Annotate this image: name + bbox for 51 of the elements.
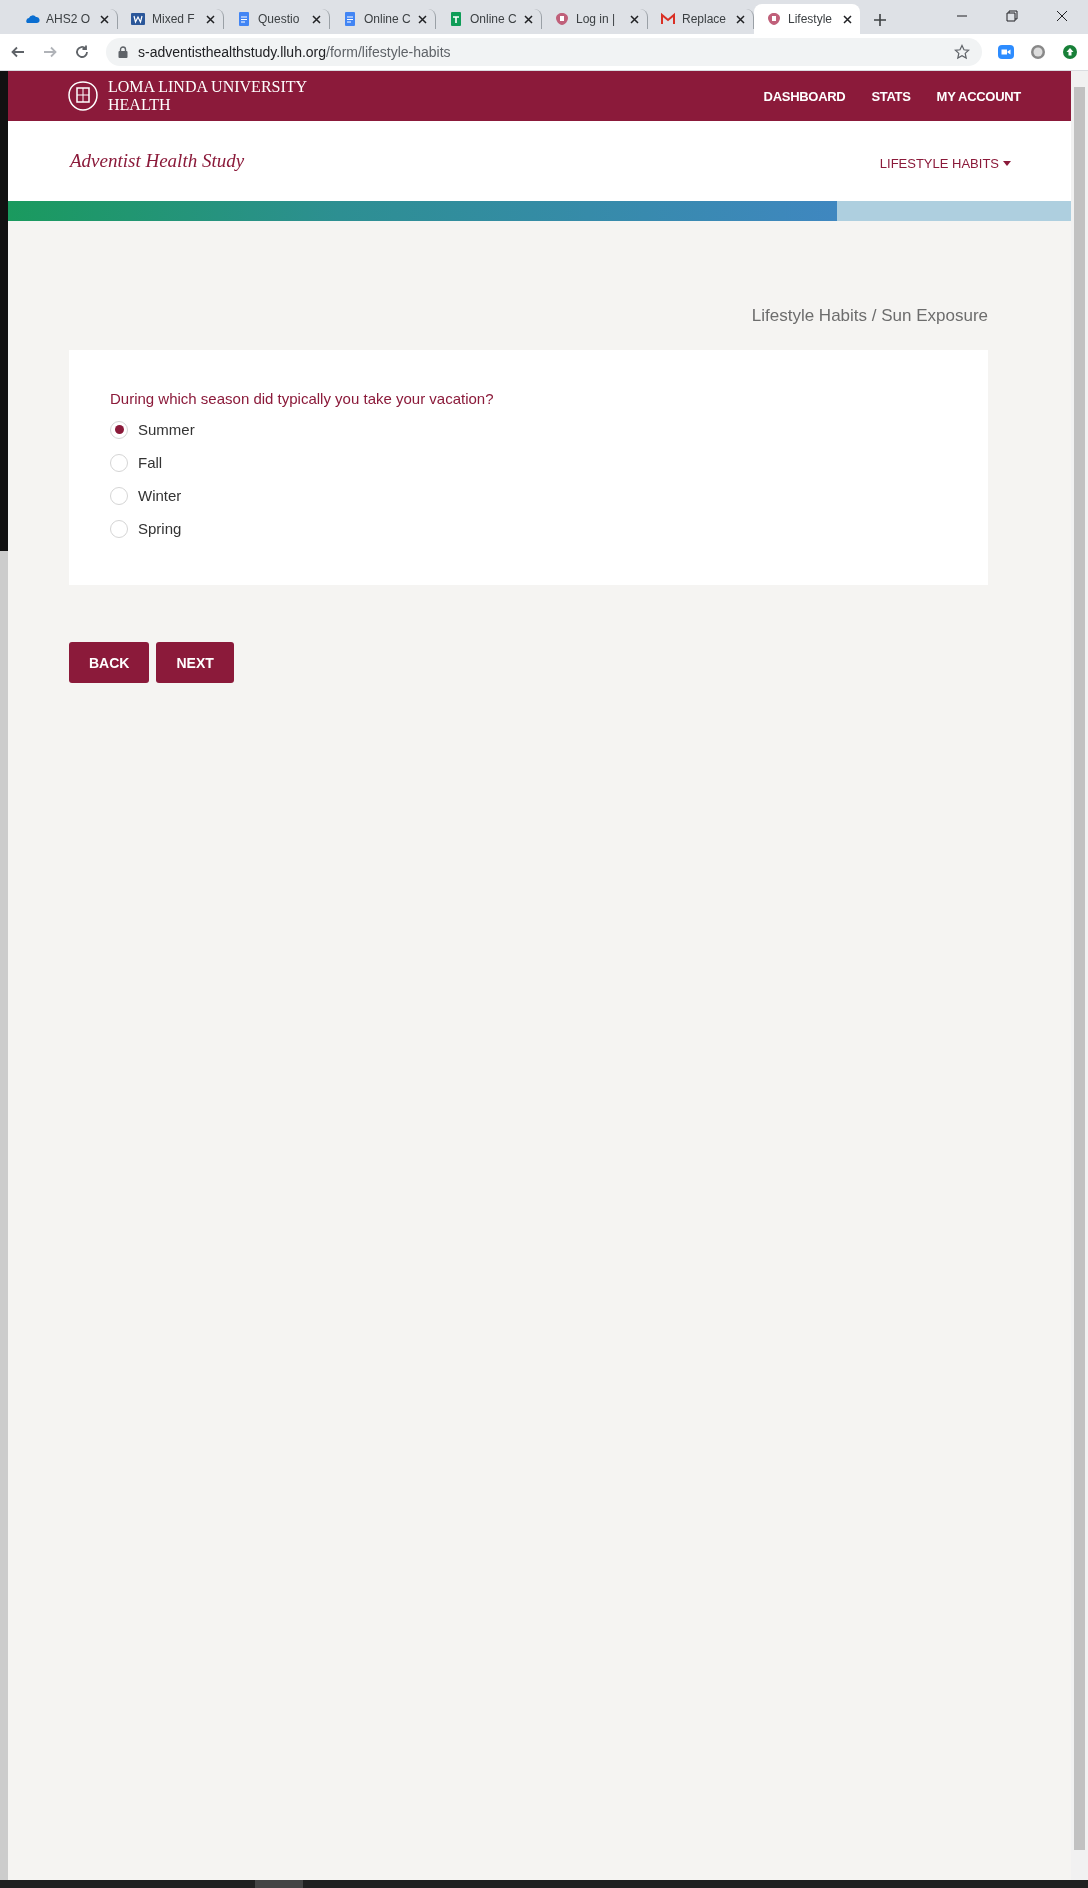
browser-tab[interactable]: AHS2 O bbox=[12, 9, 118, 29]
spreadsheet-icon bbox=[448, 11, 464, 27]
document-icon bbox=[130, 11, 146, 27]
logo-text: LOMA LINDA UNIVERSITY HEALTH bbox=[108, 78, 308, 113]
study-title: Adventist Health Study bbox=[70, 150, 245, 172]
radio-button[interactable] bbox=[110, 453, 128, 472]
nav-link[interactable]: STATS bbox=[871, 88, 911, 104]
close-icon[interactable] bbox=[312, 14, 321, 24]
back-arrow-icon[interactable] bbox=[10, 44, 26, 60]
browser-tab[interactable]: Lifestyle bbox=[754, 4, 860, 34]
video-camera-icon[interactable] bbox=[998, 44, 1014, 60]
close-icon[interactable] bbox=[418, 14, 427, 24]
browser-tab[interactable]: Log in | bbox=[542, 9, 648, 29]
option-label[interactable]: Fall bbox=[138, 454, 163, 471]
star-icon[interactable] bbox=[954, 44, 970, 60]
caret-icon bbox=[1003, 160, 1011, 166]
option-label[interactable]: Spring bbox=[138, 520, 182, 537]
nav-link[interactable]: DASHBOARD bbox=[763, 88, 846, 104]
reload-icon[interactable] bbox=[74, 44, 90, 60]
close-icon[interactable] bbox=[1054, 8, 1070, 24]
url-text: s-adventisthealthstudy.lluh.org/form/lifestyle-habits bbox=[138, 44, 451, 60]
option-label[interactable]: Summer bbox=[138, 421, 195, 438]
browser-tab[interactable]: Mixed F bbox=[118, 9, 224, 29]
scrollbar[interactable] bbox=[1071, 71, 1088, 1880]
close-icon[interactable] bbox=[736, 14, 745, 24]
nav-link[interactable]: MY ACCOUNT bbox=[936, 88, 1021, 104]
close-icon[interactable] bbox=[524, 14, 533, 24]
question-text: During which season did typically you take your vacation? bbox=[110, 390, 495, 407]
upload-icon[interactable] bbox=[1062, 44, 1078, 60]
document-icon bbox=[342, 11, 358, 27]
browser-tab[interactable]: Online C bbox=[330, 9, 436, 29]
section-menu[interactable]: LIFESTYLE HABITS bbox=[879, 155, 1011, 171]
close-icon[interactable] bbox=[843, 14, 852, 24]
close-icon[interactable] bbox=[100, 14, 109, 24]
browser-tab[interactable]: Online C bbox=[436, 9, 542, 29]
radio-button[interactable] bbox=[110, 420, 128, 439]
close-icon[interactable] bbox=[630, 14, 639, 24]
lock-icon bbox=[118, 46, 128, 58]
close-icon[interactable] bbox=[206, 14, 215, 24]
document-icon bbox=[236, 11, 252, 27]
restore-icon[interactable] bbox=[1004, 8, 1020, 24]
radio-button[interactable] bbox=[110, 519, 128, 538]
radio-button[interactable] bbox=[110, 486, 128, 505]
new-tab-icon[interactable] bbox=[874, 14, 886, 26]
breadcrumb: Lifestyle Habits / Sun Exposure bbox=[751, 306, 988, 326]
address-bar[interactable]: s-adventisthealthstudy.lluh.org/form/lifestyle-habits bbox=[106, 38, 982, 66]
option-label[interactable]: Winter bbox=[138, 487, 182, 504]
nav-button[interactable]: NEXT bbox=[156, 642, 234, 683]
browser-tab[interactable]: Questio bbox=[224, 9, 330, 29]
mail-icon bbox=[660, 11, 676, 27]
nav-button[interactable]: BACK bbox=[69, 642, 150, 683]
